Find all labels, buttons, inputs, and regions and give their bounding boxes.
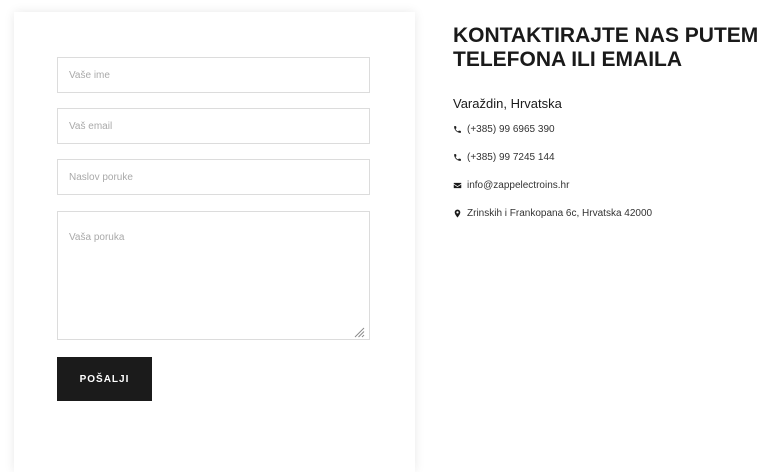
envelope-icon [453,182,462,188]
phone-icon [454,125,461,133]
address-text: Zrinskih i Frankopana 6c, Hrvatska 42000 [467,207,653,219]
phone-row-1: (+385) 99 6965 390 [453,122,555,136]
contact-title-line-1: KONTAKTIRAJTE NAS PUTEM [453,24,759,47]
resize-handle-icon[interactable] [354,327,365,338]
contact-form-card: POŠALJI [14,12,415,472]
contact-title-line-2: TELEFONA ILI EMAILA [453,48,683,71]
address-row: Zrinskih i Frankopana 6c, Hrvatska 42000 [453,206,652,220]
message-textarea[interactable] [57,211,370,340]
email-link[interactable]: info@zappelectroins.hr [467,180,569,191]
map-marker-icon [454,209,461,217]
contact-info: KONTAKTIRAJTE NAS PUTEM TELEFONA ILI EMA… [453,24,783,219]
email-input[interactable] [57,108,370,144]
phone-number-2[interactable]: (+385) 99 7245 144 [467,152,555,163]
contact-title: KONTAKTIRAJTE NAS PUTEM TELEFONA ILI EMA… [453,24,783,72]
city-label: Varaždin, Hrvatska [453,96,562,111]
subject-input[interactable] [57,159,370,195]
phone-number-1[interactable]: (+385) 99 6965 390 [467,124,555,135]
send-button[interactable]: POŠALJI [57,357,152,401]
email-row: info@zappelectroins.hr [453,178,569,192]
phone-row-2: (+385) 99 7245 144 [453,150,555,164]
phone-icon [454,153,461,161]
name-input[interactable] [57,57,370,93]
